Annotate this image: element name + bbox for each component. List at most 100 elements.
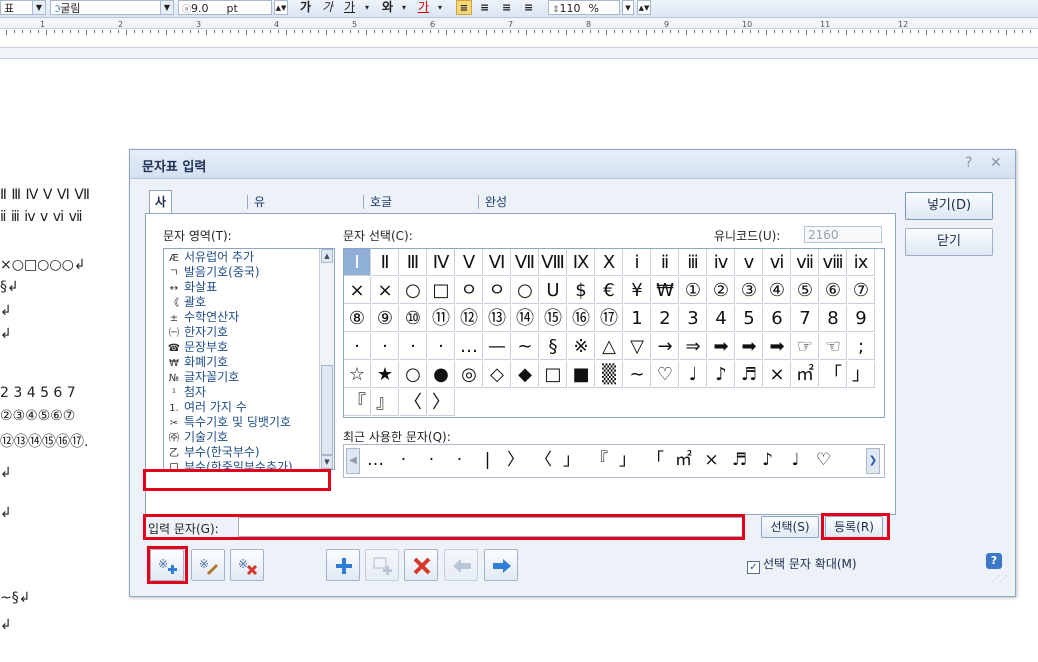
- document-line[interactable]: ↲: [0, 303, 12, 319]
- char-cell[interactable]: Ⅷ: [540, 249, 567, 276]
- zoom-input[interactable]: ⇕110%: [548, 0, 620, 15]
- move-right-button[interactable]: [484, 549, 518, 581]
- char-cell[interactable]: ⅲ: [680, 249, 707, 276]
- char-cell[interactable]: Ⅲ: [400, 249, 427, 276]
- char-cell[interactable]: Ⅱ: [372, 249, 399, 276]
- char-cell[interactable]: ⑫: [456, 305, 483, 332]
- category-item[interactable]: ₩ 화폐기호: [164, 355, 319, 370]
- char-cell[interactable]: 『: [344, 389, 371, 416]
- bold-button[interactable]: 가: [300, 0, 311, 15]
- char-cell[interactable]: ☆: [344, 361, 371, 388]
- char-cell[interactable]: ★: [372, 361, 399, 388]
- tab-user-charmap[interactable]: 사용자 문자표: [149, 190, 173, 319]
- char-cell[interactable]: ⑦: [848, 277, 875, 304]
- char-cell[interactable]: ×: [372, 277, 399, 304]
- category-item[interactable]: ㄱ 발음기호(중국): [164, 265, 319, 280]
- add-char-button[interactable]: [326, 549, 360, 581]
- char-cell[interactable]: ⑮: [540, 305, 567, 332]
- char-cell[interactable]: ㅇ: [484, 277, 511, 304]
- recent-char[interactable]: 「: [642, 447, 669, 474]
- char-cell[interactable]: 〈: [400, 389, 427, 416]
- help-icon[interactable]: ?: [965, 155, 972, 171]
- char-cell[interactable]: ○: [400, 277, 427, 304]
- scroll-right-icon[interactable]: ❯: [866, 448, 880, 474]
- align-center-icon[interactable]: ≡: [502, 0, 511, 15]
- category-item[interactable]: 1. 여러 가지 수: [164, 400, 319, 415]
- char-cell[interactable]: ☞: [792, 333, 819, 360]
- underline-button[interactable]: 가: [344, 0, 355, 15]
- category-item[interactable]: 乙 부수(한국부수): [164, 445, 319, 460]
- select-button[interactable]: 선택(S): [761, 516, 819, 538]
- char-cell[interactable]: 〉: [428, 389, 455, 416]
- document-line[interactable]: ×○□○○○↲: [0, 257, 86, 273]
- char-cell[interactable]: ②: [708, 277, 735, 304]
- char-cell[interactable]: ☜: [820, 333, 847, 360]
- char-cell[interactable]: ;: [848, 333, 875, 360]
- char-cell[interactable]: ⅱ: [652, 249, 679, 276]
- recent-char[interactable]: 〈: [530, 447, 557, 474]
- document-line[interactable]: ⑫⑬⑭⑮⑯⑰.: [0, 431, 88, 451]
- char-cell[interactable]: ♪: [708, 361, 735, 388]
- recent-char[interactable]: |: [474, 447, 501, 474]
- tab-hnc-charmap[interactable]: 호글(HNC) 문자표: [370, 191, 406, 253]
- category-item[interactable]: ㈜ 기술기호: [164, 430, 319, 445]
- tab-unicode-charmap[interactable]: 유니코드 문자표: [254, 191, 265, 341]
- char-cell[interactable]: ·: [428, 333, 455, 360]
- strike-button[interactable]: 와: [382, 0, 393, 15]
- char-cell[interactable]: ⑪: [428, 305, 455, 332]
- char-cell[interactable]: ♩: [680, 361, 707, 388]
- char-cell[interactable]: Ⅳ: [428, 249, 455, 276]
- char-cell[interactable]: ∼: [624, 361, 651, 388]
- help-button[interactable]: ?: [986, 553, 1002, 569]
- edit-user-area-button[interactable]: ※: [191, 549, 225, 581]
- char-cell[interactable]: ⑤: [792, 277, 819, 304]
- char-cell[interactable]: Ⅵ: [484, 249, 511, 276]
- insert-button[interactable]: 넣기(D): [905, 192, 993, 220]
- category-item[interactable]: ¹ 첨자: [164, 385, 319, 400]
- recent-char[interactable]: 」: [614, 447, 641, 474]
- char-cell[interactable]: ⑨: [372, 305, 399, 332]
- scroll-up-icon[interactable]: ▲: [321, 249, 333, 263]
- char-cell[interactable]: ➡: [708, 333, 735, 360]
- recent-char[interactable]: 〉: [502, 447, 529, 474]
- char-cell[interactable]: ⅴ: [736, 249, 763, 276]
- char-cell[interactable]: ⅸ: [848, 249, 875, 276]
- char-cell[interactable]: 3: [680, 305, 707, 332]
- font-select[interactable]: ℑ굴림 ▼: [50, 0, 174, 15]
- char-cell[interactable]: ⅶ: [792, 249, 819, 276]
- size-stepper[interactable]: ▲▼: [274, 0, 288, 15]
- char-cell[interactable]: △: [596, 333, 623, 360]
- scroll-thumb[interactable]: [321, 365, 333, 455]
- char-cell[interactable]: 8: [820, 305, 847, 332]
- italic-button[interactable]: 가: [322, 0, 333, 15]
- char-cell[interactable]: 9: [848, 305, 875, 332]
- category-list[interactable]: Æ 서유럽어 추가 ㄱ 발음기호(중국) ↔ 화살표 《 괄호 ± 수학연산자 ㈠ 한자기호 ☎ 문장부호…: [163, 248, 335, 470]
- document-line[interactable]: ②③④⑤⑥⑦: [0, 408, 75, 424]
- recent-char[interactable]: ♩: [782, 447, 809, 474]
- recent-char[interactable]: 『: [586, 447, 613, 474]
- char-cell[interactable]: ⅳ: [708, 249, 735, 276]
- char-cell[interactable]: ×: [344, 277, 371, 304]
- char-cell[interactable]: ➡: [764, 333, 791, 360]
- document-line[interactable]: ↲: [0, 326, 12, 342]
- category-item[interactable]: № 글자꼴기호: [164, 370, 319, 385]
- char-cell[interactable]: ○: [512, 277, 539, 304]
- align-right-icon[interactable]: ≡: [524, 0, 533, 15]
- chevron-down-icon[interactable]: ▼: [622, 0, 634, 15]
- move-left-button[interactable]: [444, 549, 478, 581]
- char-cell[interactable]: ⑧: [344, 305, 371, 332]
- char-cell[interactable]: ⅷ: [820, 249, 847, 276]
- char-cell[interactable]: ⅰ: [624, 249, 651, 276]
- char-cell[interactable]: ⑥: [820, 277, 847, 304]
- char-cell[interactable]: ♬: [736, 361, 763, 388]
- document-line[interactable]: ↲: [0, 505, 12, 521]
- char-cell[interactable]: ◎: [456, 361, 483, 388]
- category-item[interactable]: ↔ 화살표: [164, 280, 319, 295]
- char-cell[interactable]: ⑰: [596, 305, 623, 332]
- char-cell[interactable]: ■: [568, 361, 595, 388]
- category-item[interactable]: ± 수학연산자: [164, 310, 319, 325]
- enlarge-checkbox[interactable]: ✓ 선택 문자 확대(M): [747, 555, 857, 574]
- char-cell[interactable]: ◇: [484, 361, 511, 388]
- char-cell[interactable]: 2: [652, 305, 679, 332]
- style-select[interactable]: 표 ▼: [0, 0, 46, 15]
